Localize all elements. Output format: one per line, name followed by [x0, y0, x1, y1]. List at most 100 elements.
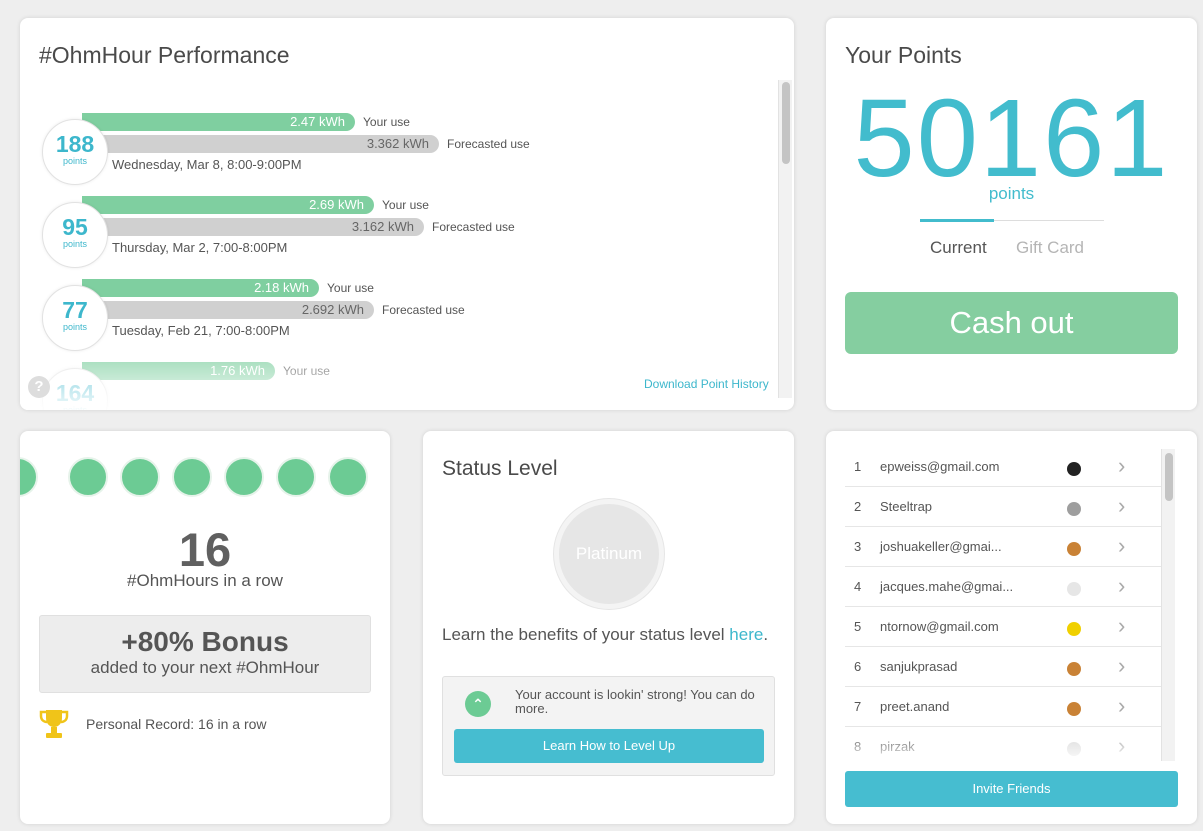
friend-row[interactable]: 2 Steeltrap › [845, 487, 1161, 527]
friends-list[interactable]: 1 epweiss@gmail.com › 2 Steeltrap › 3 joshuakel… [845, 447, 1161, 761]
streak-dot [172, 457, 212, 497]
friend-row[interactable]: 4 jacques.mahe@gmai... › [845, 567, 1161, 607]
your-use-value: 2.18 kWh [254, 280, 309, 295]
bonus-title: +80% Bonus [121, 626, 289, 657]
forecast-bar: 3.162 kWh [82, 218, 424, 236]
chevron-right-icon[interactable]: › [1118, 655, 1125, 677]
chevron-right-icon[interactable]: › [1118, 535, 1125, 557]
friend-rank: 3 [854, 539, 862, 554]
streak-card: 16 #OhmHours in a row +80% Bonus added t… [20, 431, 390, 824]
forecast-value: 3.362 kWh [366, 136, 429, 151]
event-row: 2.18 kWh Your use 2.692 kWh Forecasted use 7… [42, 279, 762, 359]
friend-rank: 7 [854, 699, 862, 714]
forecast-label: Forecasted use [447, 137, 530, 151]
streak-dot [276, 457, 316, 497]
forecast-label: Forecasted use [432, 220, 515, 234]
friend-row[interactable]: 5 ntornow@gmail.com › [845, 607, 1161, 647]
status-dot-icon [1067, 622, 1081, 636]
tab-current[interactable]: Current [930, 238, 987, 258]
friend-name: joshuakeller@gmai... [880, 539, 1002, 554]
forecast-value: 2.692 kWh [301, 302, 364, 317]
forecast-value: 3.162 kWh [351, 219, 414, 234]
your-use-value: 2.69 kWh [309, 197, 364, 212]
learn-text: Learn the benefits of your status level [442, 625, 730, 644]
friends-scrollbar[interactable] [1161, 449, 1175, 761]
event-points: 95 [62, 214, 88, 240]
trophy-icon [39, 710, 69, 738]
streak-dot [120, 457, 160, 497]
chevrons-up-icon: ⌃ [465, 691, 491, 717]
streak-dot [224, 457, 264, 497]
invite-friends-button[interactable]: Invite Friends [845, 771, 1178, 807]
status-dot-icon [1067, 502, 1081, 516]
event-points: 188 [55, 131, 95, 157]
level-tip-box: ⌃ Your account is lookin' strong! You ca… [442, 676, 775, 776]
bonus-box: +80% Bonus added to your next #OhmHour [39, 615, 371, 693]
status-dot-icon [1067, 462, 1081, 476]
event-points-word: points [62, 239, 88, 249]
chevron-right-icon[interactable]: › [1118, 455, 1125, 477]
your-use-label: Your use [382, 198, 429, 212]
event-date: Tuesday, Feb 21, 7:00-8:00PM [112, 323, 290, 338]
status-card: Status Level Platinum Learn the benefits… [423, 431, 794, 824]
friends-card: 1 epweiss@gmail.com › 2 Steeltrap › 3 joshuakel… [826, 431, 1197, 824]
chevron-right-icon[interactable]: › [1118, 495, 1125, 517]
points-title: Your Points [845, 42, 962, 68]
friend-row[interactable]: 6 sanjukprasad › [845, 647, 1161, 687]
friend-name: Steeltrap [880, 499, 933, 514]
status-badge: Platinum [554, 499, 664, 609]
streak-dot [68, 457, 108, 497]
tab-gift-card[interactable]: Gift Card [1016, 238, 1084, 258]
scrollbar-thumb[interactable] [1165, 453, 1173, 501]
cash-out-button[interactable]: Cash out [845, 292, 1178, 354]
friend-name: epweiss@gmail.com [880, 459, 1000, 474]
forecast-label: Forecasted use [382, 303, 465, 317]
performance-scrollbar[interactable] [778, 80, 792, 398]
friend-name: ntornow@gmail.com [880, 619, 999, 634]
performance-card: #OhmHour Performance 2.47 kWh Your use 3.3… [20, 18, 794, 410]
streak-label: #OhmHours in a row [127, 571, 283, 590]
event-points-word: points [62, 156, 88, 166]
chevron-right-icon[interactable]: › [1118, 615, 1125, 637]
your-use-bar: 2.69 kWh [82, 196, 374, 214]
event-points: 77 [62, 297, 88, 323]
scrollbar-thumb[interactable] [782, 82, 790, 164]
friend-name: sanjukprasad [880, 659, 958, 674]
your-use-value: 2.47 kWh [290, 114, 345, 129]
learn-level-up-button[interactable]: Learn How to Level Up [454, 729, 764, 763]
friend-name: preet.anand [880, 699, 950, 714]
chevron-right-icon[interactable]: › [1118, 695, 1125, 717]
event-row: 2.47 kWh Your use 3.362 kWh Forecasted use 1… [42, 113, 762, 193]
points-value: 50161 [853, 77, 1170, 200]
forecast-bar: 3.362 kWh [82, 135, 439, 153]
personal-record: Personal Record: 16 in a row [86, 716, 267, 732]
learn-here-link[interactable]: here [729, 625, 763, 644]
download-point-history-link[interactable]: Download Point History [644, 377, 769, 391]
help-icon[interactable]: ? [28, 376, 50, 398]
tab-active-indicator [920, 219, 994, 222]
points-unit: points [988, 184, 1035, 203]
your-use-bar: 2.18 kWh [82, 279, 319, 297]
learn-end: . [763, 625, 769, 644]
points-circle: 95 points [42, 202, 108, 268]
forecast-bar: 2.692 kWh [82, 301, 374, 319]
chevron-right-icon[interactable]: › [1118, 575, 1125, 597]
friend-rank: 4 [854, 579, 862, 594]
performance-title: #OhmHour Performance [39, 42, 290, 68]
points-circle: 188 points [42, 119, 108, 185]
points-card: Your Points 50161 points Current Gift Ca… [826, 18, 1197, 410]
streak-dot [328, 457, 368, 497]
friend-row[interactable]: 3 joshuakeller@gmai... › [845, 527, 1161, 567]
friend-rank: 6 [854, 659, 862, 674]
friend-row[interactable]: 1 epweiss@gmail.com › [845, 447, 1161, 487]
level-tip-text: Your account is lookin' strong! You can … [515, 687, 755, 716]
status-dot-icon [1067, 702, 1081, 716]
event-points-word: points [62, 322, 88, 332]
status-learn-text: Learn the benefits of your status level … [442, 625, 782, 644]
friend-rank: 2 [854, 499, 862, 514]
status-dot-icon [1067, 542, 1081, 556]
status-dot-icon [1067, 582, 1081, 596]
friend-row[interactable]: 7 preet.anand › [845, 687, 1161, 727]
streak-dot [20, 457, 38, 497]
bonus-subtitle: added to your next #OhmHour [90, 658, 320, 677]
